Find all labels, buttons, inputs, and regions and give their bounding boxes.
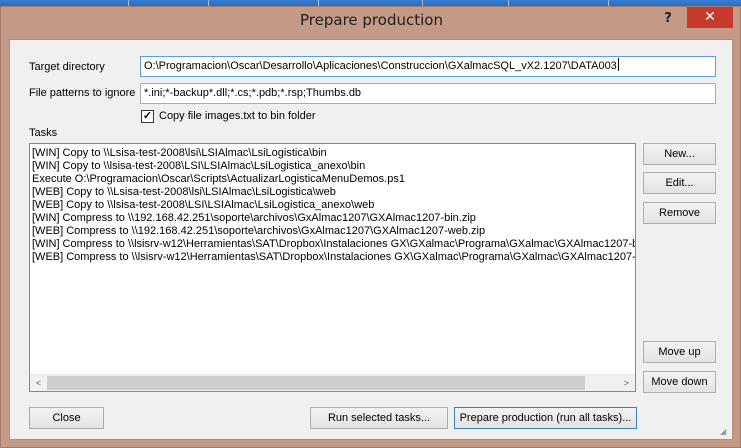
tasks-listbox[interactable]: [WIN] Copy to \\Lsisa-test-2008\lsi\LSIA… [29, 143, 636, 392]
task-item[interactable]: [WEB] Copy to \\Lsisa-test-2008\lsi\LSIA… [32, 186, 336, 199]
move-up-button[interactable]: Move up [643, 341, 716, 363]
resize-grip-icon[interactable]: ◢ [720, 427, 730, 437]
scrollbar-thumb[interactable] [47, 376, 585, 390]
prepare-production-dialog: Prepare production ? ✕ Target directory … [0, 6, 741, 448]
task-item[interactable]: [WIN] Copy to \\Lsisa-test-2008\lsi\LSIA… [32, 147, 327, 160]
window-title: Prepare production [300, 11, 443, 29]
target-directory-value: O:\Programacion\Oscar\Desarrollo\Aplicac… [144, 60, 617, 72]
task-item[interactable]: [WIN] Compress to \\lsisrv-w12\Herramien… [32, 238, 635, 251]
task-item[interactable]: [WEB] Copy to \\lsisa-test-2008\LSI\LSIA… [32, 199, 374, 212]
target-directory-input[interactable]: O:\Programacion\Oscar\Desarrollo\Aplicac… [140, 56, 716, 77]
copy-images-label[interactable]: Copy file images.txt to bin folder [159, 110, 316, 122]
scroll-right-icon[interactable]: > [618, 375, 635, 391]
ignore-patterns-input[interactable]: *.ini;*-backup*.dll;*.cs;*.pdb;*.rsp;Thu… [140, 83, 716, 104]
task-item[interactable]: [WEB] Compress to \\192.168.42.251\sopor… [32, 225, 485, 238]
help-button[interactable]: ? [659, 11, 677, 29]
text-caret [617, 58, 619, 71]
task-item[interactable]: [WIN] Copy to \\lsisa-test-2008\LSI\LSIA… [32, 160, 365, 173]
edit-task-button[interactable]: Edit... [643, 172, 716, 194]
copy-images-checkbox[interactable]: ✓ [141, 110, 154, 123]
tasks-label: Tasks [29, 127, 58, 139]
checkmark-icon: ✓ [142, 110, 153, 122]
new-task-button[interactable]: New... [643, 143, 716, 165]
scroll-left-icon[interactable]: < [30, 375, 47, 391]
target-directory-label: Target directory [29, 61, 105, 73]
ignore-patterns-label: File patterns to ignore [29, 87, 136, 99]
task-item[interactable]: Execute O:\Programacion\Oscar\Scripts\Ac… [32, 173, 405, 186]
prepare-production-button[interactable]: Prepare production (run all tasks)... [454, 407, 637, 429]
move-down-button[interactable]: Move down [643, 371, 716, 393]
remove-task-button[interactable]: Remove [643, 202, 716, 224]
run-selected-button[interactable]: Run selected tasks... [310, 407, 448, 429]
task-item[interactable]: [WIN] Compress to \\192.168.42.251\sopor… [32, 212, 476, 225]
horizontal-scrollbar[interactable]: < > [30, 374, 635, 391]
dialog-client-area: Target directory O:\Programacion\Oscar\D… [9, 39, 733, 440]
window-close-button[interactable]: ✕ [687, 7, 733, 28]
ignore-patterns-value: *.ini;*-backup*.dll;*.cs;*.pdb;*.rsp;Thu… [144, 87, 362, 99]
close-button[interactable]: Close [29, 407, 104, 429]
task-item[interactable]: [WEB] Compress to \\lsisrv-w12\Herramien… [32, 251, 635, 264]
